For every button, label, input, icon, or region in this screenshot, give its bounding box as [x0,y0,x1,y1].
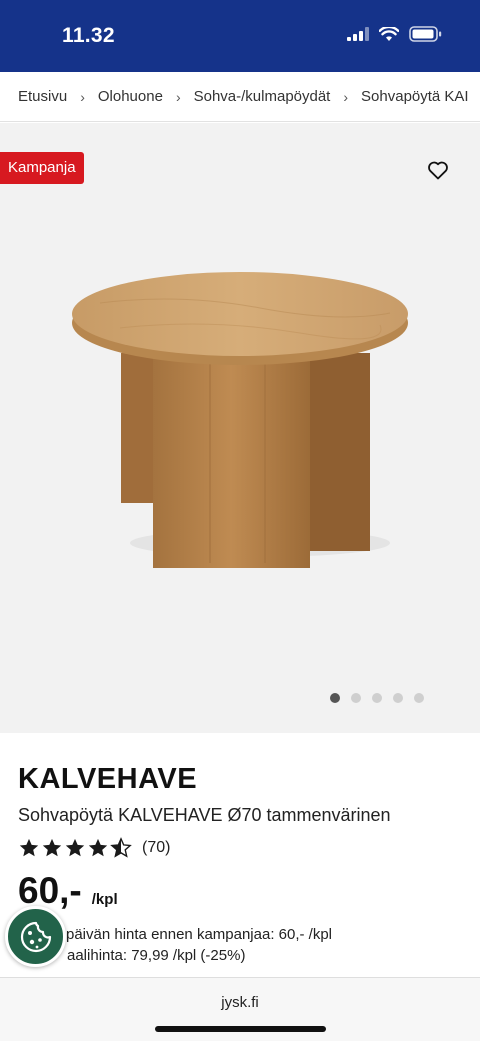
carousel-dot[interactable] [414,693,424,703]
breadcrumb-item-olohuone[interactable]: Olohuone [98,88,163,105]
product-price: 60,- [18,870,82,911]
campaign-badge: Kampanja [0,152,84,184]
breadcrumb-item-etusivu[interactable]: Etusivu [18,88,67,105]
status-bar: 11.32 [0,0,480,72]
carousel-dot[interactable] [393,693,403,703]
breadcrumb: Etusivu › Olohuone › Sohva-/kulmapöydät … [0,72,480,122]
rating-stars [18,837,132,859]
half-star-icon [110,837,132,858]
chevron-right-icon: › [175,88,181,105]
star-icon [42,838,62,857]
chevron-right-icon: › [343,88,349,105]
previous-price-text: päivän hinta ennen kampanjaa: 60,- /kpl [66,926,333,943]
product-rating[interactable]: (70) [18,837,170,859]
price-row: 60,- /kpl [18,871,118,911]
cookie-settings-button[interactable] [5,906,66,967]
signal-icon [347,27,369,41]
price-unit: /kpl [91,891,118,908]
carousel-dot[interactable] [351,693,361,703]
product-image [72,272,408,568]
product-gallery[interactable]: Kampanja [0,123,480,733]
star-icon [88,838,108,857]
product-info: KALVEHAVE Sohvapöytä KALVEHAVE Ø70 tamme… [18,763,462,964]
carousel-dots [330,693,424,703]
carousel-dot[interactable] [330,693,340,703]
status-icons [347,26,442,42]
rating-count[interactable]: (70) [142,839,170,857]
breadcrumb-item-current[interactable]: Sohvapöytä KAI [361,88,469,105]
normal-price-text: aalihinta: 79,99 /kpl (-25%) [67,947,246,964]
cookie-icon [20,921,51,952]
product-brand: KALVEHAVE [18,763,198,795]
star-icon [19,838,39,857]
url-text[interactable]: jysk.fi [0,994,480,1011]
home-indicator[interactable] [155,1026,326,1032]
battery-icon [409,26,442,42]
wifi-icon [379,26,399,41]
status-time: 11.32 [62,24,115,47]
product-title: Sohvapöytä KALVEHAVE Ø70 tammenvärinen [18,805,391,825]
star-icon [65,838,85,857]
heart-icon[interactable] [426,158,450,182]
chevron-right-icon: › [80,88,85,105]
browser-url-bar[interactable]: jysk.fi [0,977,480,1041]
breadcrumb-item-sohvapoydat[interactable]: Sohva-/kulmapöydät [194,88,331,105]
carousel-dot[interactable] [372,693,382,703]
